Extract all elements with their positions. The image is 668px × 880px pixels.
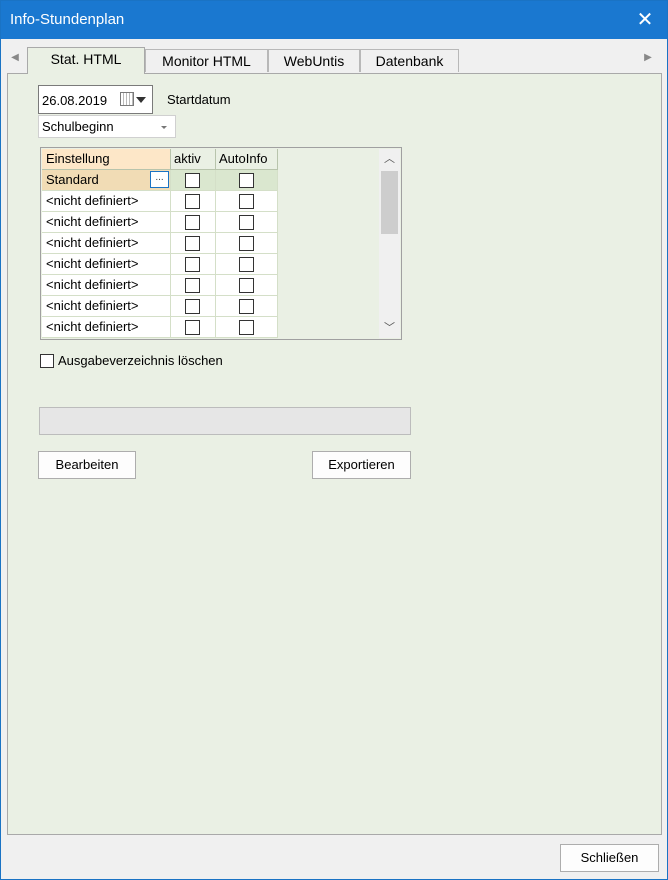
- row-name[interactable]: <nicht definiert>: [42, 191, 171, 212]
- row-name[interactable]: <nicht definiert>: [42, 317, 171, 338]
- export-button[interactable]: Exportieren: [312, 451, 411, 479]
- aktiv-checkbox[interactable]: [185, 299, 200, 314]
- autoinfo-checkbox[interactable]: [238, 257, 254, 272]
- row-name[interactable]: <nicht definiert>: [42, 212, 171, 233]
- cell-aktiv: [171, 317, 216, 338]
- autoinfo-checkbox[interactable]: [238, 278, 254, 293]
- tab-monitor-html[interactable]: Monitor HTML: [145, 49, 268, 72]
- settings-grid: Einstellung aktiv AutoInfo Standard ... …: [40, 147, 402, 340]
- cell-autoinfo: [216, 233, 278, 254]
- cell-aktiv: [171, 296, 216, 317]
- column-header-einstellung[interactable]: Einstellung: [42, 149, 171, 170]
- table-row[interactable]: <nicht definiert>: [42, 275, 278, 296]
- table-row[interactable]: <nicht definiert>: [42, 191, 278, 212]
- aktiv-checkbox[interactable]: [185, 194, 200, 209]
- cell-aktiv: [171, 275, 216, 296]
- cell-autoinfo: [216, 275, 278, 296]
- autoinfo-checkbox[interactable]: [238, 215, 254, 230]
- aktiv-checkbox[interactable]: [185, 173, 200, 188]
- cell-autoinfo: [216, 317, 278, 338]
- cell-autoinfo: [216, 212, 278, 233]
- cell-aktiv: [171, 233, 216, 254]
- table-row[interactable]: <nicht definiert>: [42, 317, 278, 338]
- cell-aktiv: [171, 170, 216, 191]
- autoinfo-checkbox[interactable]: [238, 299, 254, 314]
- edit-button[interactable]: Bearbeiten: [38, 451, 136, 479]
- cell-autoinfo: [216, 254, 278, 275]
- table-row[interactable]: <nicht definiert>: [42, 233, 278, 254]
- start-date-picker[interactable]: 26.08.2019: [38, 85, 153, 114]
- cell-aktiv: [171, 212, 216, 233]
- progress-bar: [39, 407, 411, 435]
- start-date-label: Startdatum: [167, 92, 231, 107]
- autoinfo-checkbox[interactable]: [238, 236, 254, 251]
- autoinfo-checkbox[interactable]: [238, 320, 254, 335]
- start-select[interactable]: Schulbeginn: [38, 115, 176, 138]
- title-bar: Info-Stundenplan ✕: [1, 1, 667, 39]
- table-row[interactable]: <nicht definiert>: [42, 296, 278, 317]
- scroll-down-icon[interactable]: ﹀: [379, 318, 400, 338]
- aktiv-checkbox[interactable]: [185, 278, 200, 293]
- grid-header-row: Einstellung aktiv AutoInfo: [42, 149, 278, 170]
- cell-autoinfo: [216, 170, 278, 191]
- row-name[interactable]: <nicht definiert>: [42, 233, 171, 254]
- aktiv-checkbox[interactable]: [185, 257, 200, 272]
- clear-output-checkbox[interactable]: [40, 354, 54, 368]
- cell-aktiv: [171, 254, 216, 275]
- start-select-value: Schulbeginn: [42, 119, 114, 134]
- cell-aktiv: [171, 191, 216, 212]
- aktiv-checkbox[interactable]: [185, 215, 200, 230]
- calendar-icon[interactable]: [120, 92, 134, 106]
- scrollbar-thumb[interactable]: [381, 171, 398, 234]
- row-name[interactable]: <nicht definiert>: [42, 254, 171, 275]
- tab-scroll-right-icon[interactable]: ▶: [642, 51, 654, 65]
- table-row[interactable]: <nicht definiert>: [42, 254, 278, 275]
- dialog-window: Info-Stundenplan ✕ ◀ ▶ Stat. HTML Monito…: [0, 0, 668, 880]
- tab-datenbank[interactable]: Datenbank: [360, 49, 459, 72]
- row-name[interactable]: <nicht definiert>: [42, 296, 171, 317]
- row-name[interactable]: <nicht definiert>: [42, 275, 171, 296]
- close-button[interactable]: Schließen: [560, 844, 659, 872]
- date-value: 26.08.2019: [42, 93, 108, 108]
- table-row[interactable]: <nicht definiert>: [42, 212, 278, 233]
- chevron-down-icon[interactable]: [136, 97, 146, 103]
- aktiv-checkbox[interactable]: [185, 236, 200, 251]
- tab-webuntis[interactable]: WebUntis: [268, 49, 360, 72]
- clear-output-label[interactable]: Ausgabeverzeichnis löschen: [58, 353, 223, 368]
- tab-stat-html[interactable]: Stat. HTML: [27, 47, 145, 74]
- table-row[interactable]: Standard ...: [42, 170, 278, 191]
- tab-scroll-left-icon[interactable]: ◀: [9, 51, 21, 65]
- column-header-aktiv[interactable]: aktiv: [171, 149, 216, 170]
- edit-ellipsis-button[interactable]: ...: [150, 171, 169, 188]
- autoinfo-checkbox[interactable]: [238, 173, 254, 188]
- column-header-autoinfo[interactable]: AutoInfo: [216, 149, 278, 170]
- close-icon[interactable]: ✕: [629, 4, 661, 36]
- scroll-up-icon[interactable]: ︿: [379, 149, 400, 169]
- window-title: Info-Stundenplan: [10, 11, 125, 28]
- cell-autoinfo: [216, 296, 278, 317]
- grid-scrollbar[interactable]: ︿ ﹀: [379, 149, 400, 338]
- cell-autoinfo: [216, 191, 278, 212]
- chevron-down-icon[interactable]: [161, 126, 167, 129]
- aktiv-checkbox[interactable]: [185, 320, 200, 335]
- autoinfo-checkbox[interactable]: [238, 194, 254, 209]
